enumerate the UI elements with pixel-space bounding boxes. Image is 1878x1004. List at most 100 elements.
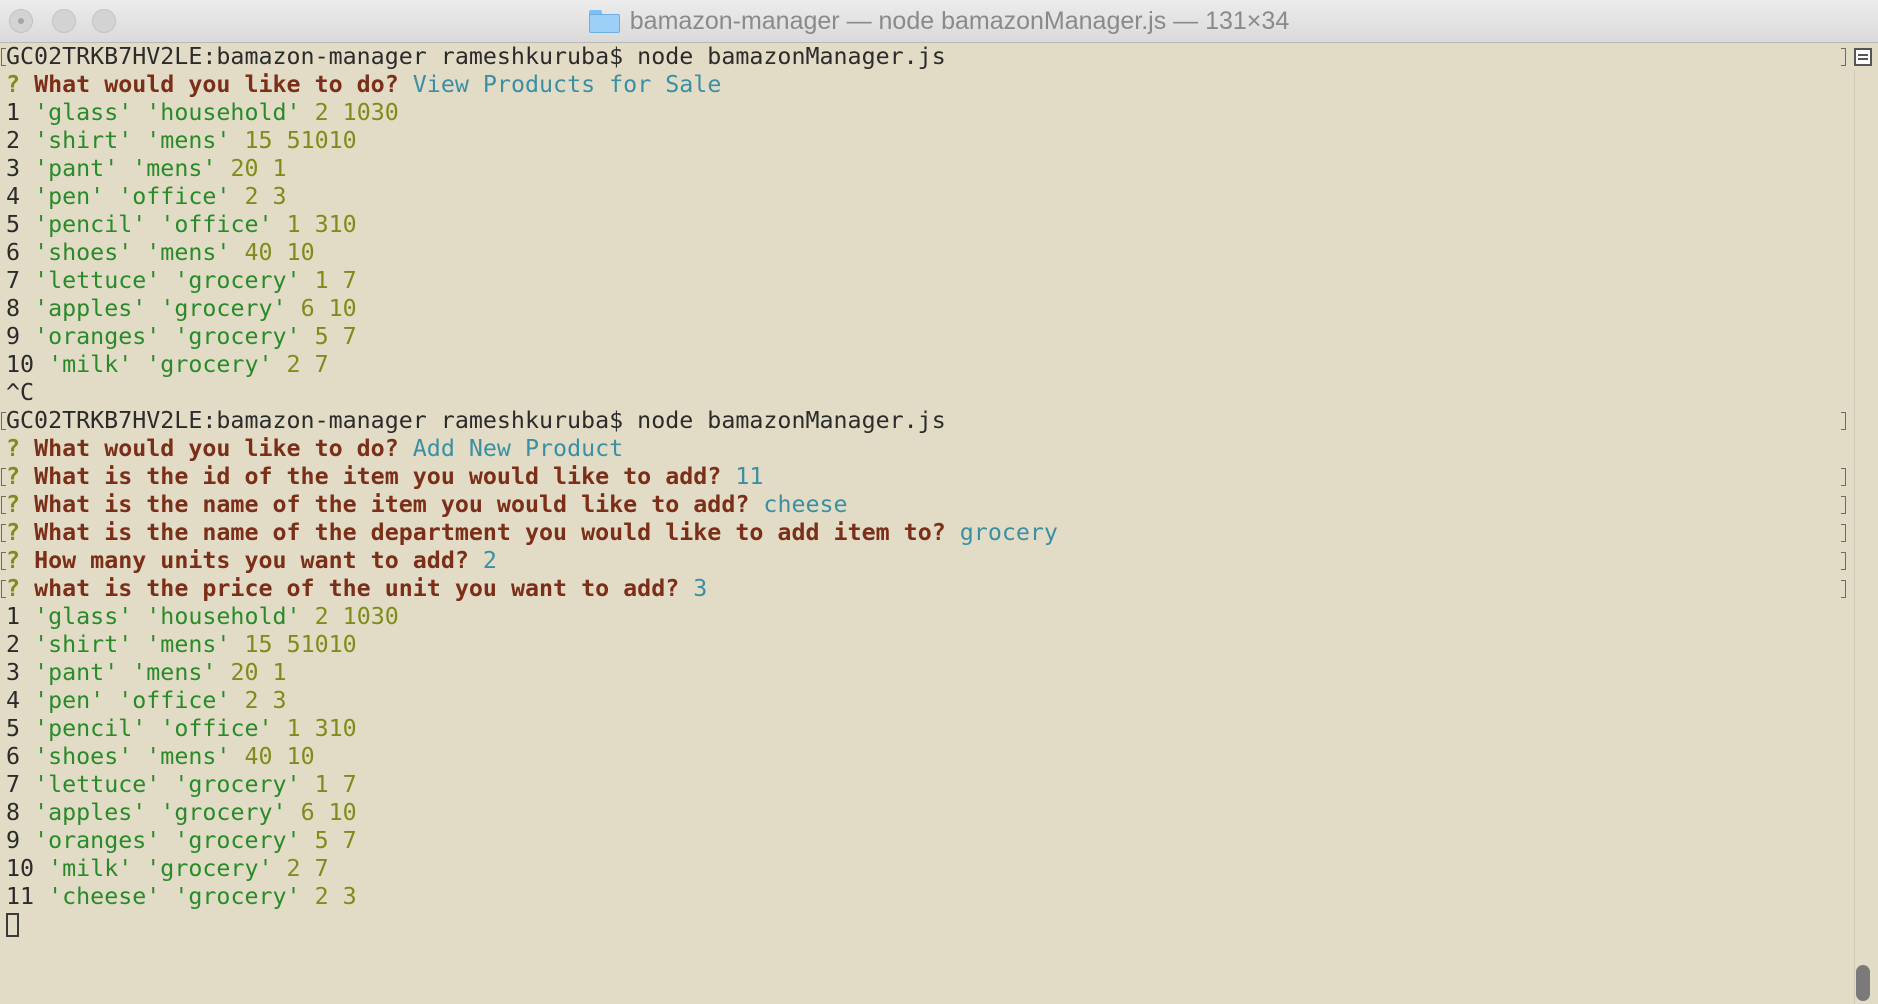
product-price: 5 bbox=[314, 827, 329, 854]
product-row: 6 'shoes' 'mens' 40 10 bbox=[6, 239, 315, 267]
product-quantity: 1030 bbox=[342, 603, 399, 630]
product-department: 'mens' bbox=[132, 155, 217, 182]
product-id: 8 bbox=[6, 295, 21, 322]
product-price: 20 bbox=[230, 155, 259, 182]
question-mark: ? bbox=[6, 519, 21, 546]
product-row: 2 'shirt' 'mens' 15 51010 bbox=[6, 127, 357, 155]
product-row: 8 'apples' 'grocery' 6 10 bbox=[6, 799, 357, 827]
terminal-output[interactable]: GC02TRKB7HV2LE:bamazon-manager rameshkur… bbox=[0, 43, 1878, 1004]
product-quantity: 10 bbox=[328, 799, 357, 826]
product-id: 3 bbox=[6, 155, 21, 182]
question-mark: ? bbox=[6, 435, 21, 462]
product-department: 'office' bbox=[118, 183, 231, 210]
product-row: 4 'pen' 'office' 2 3 bbox=[6, 183, 287, 211]
product-price: 15 bbox=[244, 631, 273, 658]
product-price: 2 bbox=[286, 351, 301, 378]
inquirer-question-line: ? How many units you want to add? 2 bbox=[6, 547, 497, 575]
product-id: 10 bbox=[6, 855, 35, 882]
product-department: 'office' bbox=[160, 715, 273, 742]
product-department: 'mens' bbox=[146, 239, 231, 266]
question-text: What would you like to do? bbox=[34, 435, 399, 462]
product-department: 'grocery' bbox=[160, 799, 287, 826]
question-answer: 11 bbox=[735, 463, 764, 490]
line-bracket-right bbox=[1840, 547, 1850, 575]
product-id: 1 bbox=[6, 99, 21, 126]
product-department: 'grocery' bbox=[174, 267, 301, 294]
product-row: 7 'lettuce' 'grocery' 1 7 bbox=[6, 771, 357, 799]
product-id: 6 bbox=[6, 743, 21, 770]
product-id: 9 bbox=[6, 827, 21, 854]
product-quantity: 7 bbox=[342, 323, 357, 350]
product-quantity: 7 bbox=[342, 771, 357, 798]
product-id: 5 bbox=[6, 715, 21, 742]
product-name: 'glass' bbox=[34, 603, 133, 630]
product-quantity: 10 bbox=[328, 295, 357, 322]
marks-icon[interactable] bbox=[1854, 48, 1872, 66]
product-row: 3 'pant' 'mens' 20 1 bbox=[6, 659, 287, 687]
product-department: 'mens' bbox=[146, 127, 231, 154]
folder-icon bbox=[588, 9, 620, 33]
question-mark: ? bbox=[6, 463, 21, 490]
product-row: 1 'glass' 'household' 2 1030 bbox=[6, 603, 399, 631]
product-id: 7 bbox=[6, 267, 21, 294]
product-quantity: 1 bbox=[272, 659, 287, 686]
title-bar[interactable]: bamazon-manager — node bamazonManager.js… bbox=[0, 0, 1878, 43]
product-name: 'milk' bbox=[48, 351, 133, 378]
product-id: 10 bbox=[6, 351, 35, 378]
product-name: 'pant' bbox=[34, 155, 119, 182]
inquirer-question-line: ? What is the name of the department you… bbox=[6, 519, 1058, 547]
terminal-window: bamazon-manager — node bamazonManager.js… bbox=[0, 0, 1878, 1004]
product-quantity: 7 bbox=[314, 855, 329, 882]
line-bracket-right bbox=[1840, 463, 1850, 491]
scrollbar-thumb[interactable] bbox=[1856, 965, 1870, 1001]
product-department: 'grocery' bbox=[174, 323, 301, 350]
question-text: What would you like to do? bbox=[34, 71, 399, 98]
product-row: 11 'cheese' 'grocery' 2 3 bbox=[6, 883, 357, 911]
product-quantity: 310 bbox=[314, 211, 357, 238]
product-id: 9 bbox=[6, 323, 21, 350]
product-name: 'shirt' bbox=[34, 127, 133, 154]
product-name: 'pen' bbox=[34, 687, 105, 714]
question-answer: grocery bbox=[959, 519, 1058, 546]
question-text: what is the price of the unit you want t… bbox=[34, 575, 680, 602]
line-bracket-right bbox=[1840, 491, 1850, 519]
product-department: 'office' bbox=[118, 687, 231, 714]
product-id: 1 bbox=[6, 603, 21, 630]
product-name: 'oranges' bbox=[34, 827, 161, 854]
product-id: 3 bbox=[6, 659, 21, 686]
product-row: 5 'pencil' 'office' 1 310 bbox=[6, 211, 357, 239]
question-mark: ? bbox=[6, 547, 21, 574]
product-row: 1 'glass' 'household' 2 1030 bbox=[6, 99, 399, 127]
product-quantity: 310 bbox=[314, 715, 357, 742]
product-price: 15 bbox=[244, 127, 273, 154]
scrollbar-track[interactable] bbox=[1854, 70, 1855, 1004]
product-name: 'pencil' bbox=[34, 715, 147, 742]
product-quantity: 1030 bbox=[342, 99, 399, 126]
product-department: 'office' bbox=[160, 211, 273, 238]
inquirer-question-line: ? What is the name of the item you would… bbox=[6, 491, 848, 519]
interrupt-line: ^C bbox=[6, 379, 34, 407]
product-name: 'pencil' bbox=[34, 211, 147, 238]
question-text: What is the id of the item you would lik… bbox=[34, 463, 722, 490]
product-id: 7 bbox=[6, 771, 21, 798]
product-row: 9 'oranges' 'grocery' 5 7 bbox=[6, 827, 357, 855]
product-row: 4 'pen' 'office' 2 3 bbox=[6, 687, 287, 715]
inquirer-question-line: ? What is the id of the item you would l… bbox=[6, 463, 763, 491]
product-department: 'household' bbox=[146, 99, 301, 126]
product-name: 'shoes' bbox=[34, 239, 133, 266]
product-price: 6 bbox=[300, 799, 315, 826]
question-answer: cheese bbox=[763, 491, 848, 518]
inquirer-question-line: ? What would you like to do? View Produc… bbox=[6, 71, 721, 99]
product-price: 2 bbox=[314, 603, 329, 630]
inquirer-question-line: ? What would you like to do? Add New Pro… bbox=[6, 435, 623, 463]
line-bracket-right bbox=[1840, 575, 1850, 603]
product-row: 8 'apples' 'grocery' 6 10 bbox=[6, 295, 357, 323]
product-quantity: 51010 bbox=[286, 631, 357, 658]
product-price: 1 bbox=[314, 771, 329, 798]
product-name: 'lettuce' bbox=[34, 267, 161, 294]
product-quantity: 7 bbox=[342, 267, 357, 294]
question-mark: ? bbox=[6, 575, 21, 602]
product-name: 'pant' bbox=[34, 659, 119, 686]
product-department: 'mens' bbox=[146, 631, 231, 658]
shell-prompt: GC02TRKB7HV2LE:bamazon-manager rameshkur… bbox=[6, 43, 946, 70]
